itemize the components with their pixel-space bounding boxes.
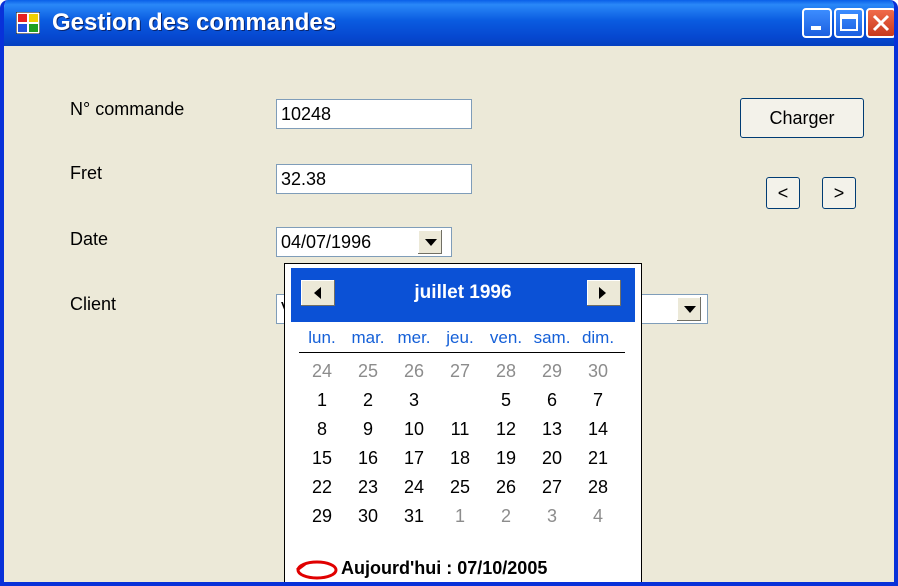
chevron-down-icon xyxy=(684,306,696,313)
calendar-day[interactable]: 15 xyxy=(299,445,345,471)
today-text: Aujourd'hui : 07/10/2005 xyxy=(341,558,548,578)
calendar-day[interactable]: 12 xyxy=(483,416,529,442)
today-link[interactable]: Aujourd'hui : 07/10/2005 xyxy=(295,556,639,582)
calendar-day[interactable]: 3 xyxy=(391,387,437,413)
calendar-dropdown[interactable]: juillet 1996 lun. mar. mer. jeu. ven. sam. dim… xyxy=(284,263,642,582)
close-button[interactable] xyxy=(866,8,894,38)
calendar-day[interactable]: 10 xyxy=(391,416,437,442)
load-button[interactable]: Charger xyxy=(740,98,864,138)
maximize-icon xyxy=(840,14,858,31)
weekday-header: lun. mar. mer. jeu. ven. sam. dim. xyxy=(291,328,635,354)
calendar-day[interactable]: 23 xyxy=(345,474,391,500)
calendar-day[interactable]: 18 xyxy=(437,445,483,471)
calendar-day[interactable]: 9 xyxy=(345,416,391,442)
calendar-day[interactable]: 14 xyxy=(575,416,621,442)
order-number-label: N° commande xyxy=(70,99,185,119)
title-bar[interactable]: Gestion des commandes xyxy=(4,0,894,46)
calendar-day[interactable]: 7 xyxy=(575,387,621,413)
date-label: Date xyxy=(70,229,109,249)
calendar-day[interactable]: 30 xyxy=(345,503,391,529)
calendar-day[interactable]: 2 xyxy=(345,387,391,413)
calendar-day[interactable]: 8 xyxy=(299,416,345,442)
weekday-label: lun. xyxy=(308,328,336,347)
calendar-day[interactable]: 25 xyxy=(437,474,483,500)
freight-input[interactable] xyxy=(276,164,472,194)
calendar-day[interactable]: 28 xyxy=(483,358,529,384)
close-icon xyxy=(872,14,890,32)
app-icon xyxy=(16,12,40,34)
calendar-day[interactable]: 24 xyxy=(299,358,345,384)
calendar-day[interactable]: 5 xyxy=(483,387,529,413)
date-value: 04/07/1996 xyxy=(281,232,372,252)
next-month-button[interactable] xyxy=(587,280,621,306)
calendar-day[interactable]: 21 xyxy=(575,445,621,471)
weekday-divider xyxy=(299,352,625,353)
calendar-header: juillet 1996 xyxy=(291,268,635,322)
weekday-label: dim. xyxy=(581,328,615,347)
client-dropdown-button[interactable] xyxy=(676,296,702,322)
weekday-label: mar. xyxy=(351,328,385,347)
calendar-day[interactable]: 11 xyxy=(437,416,483,442)
maximize-button[interactable] xyxy=(834,8,864,38)
weekday-label: mer. xyxy=(397,328,431,347)
calendar-day[interactable]: 29 xyxy=(529,358,575,384)
calendar-day[interactable]: 30 xyxy=(575,358,621,384)
calendar-day-selected[interactable]: 4 xyxy=(437,387,483,413)
calendar-day[interactable]: 6 xyxy=(529,387,575,413)
calendar-day[interactable]: 29 xyxy=(299,503,345,529)
calendar-day[interactable]: 24 xyxy=(391,474,437,500)
date-dropdown-button[interactable] xyxy=(417,229,443,255)
calendar-day[interactable]: 26 xyxy=(391,358,437,384)
client-area: N° commande Fret Date 04/07/1996 Client … xyxy=(4,46,894,582)
calendar-day[interactable]: 28 xyxy=(575,474,621,500)
calendar-day[interactable]: 16 xyxy=(345,445,391,471)
calendar-day[interactable]: 1 xyxy=(299,387,345,413)
calendar-day[interactable]: 20 xyxy=(529,445,575,471)
app-window: Gestion des commandes N° commande Fret D… xyxy=(0,0,898,586)
weekday-label: sam. xyxy=(533,328,571,347)
calendar-day[interactable]: 17 xyxy=(391,445,437,471)
chevron-right-icon xyxy=(599,287,606,299)
weekday-label: ven. xyxy=(489,328,523,347)
calendar-day[interactable]: 22 xyxy=(299,474,345,500)
calendar-day[interactable]: 26 xyxy=(483,474,529,500)
calendar-day[interactable]: 1 xyxy=(437,503,483,529)
previous-button[interactable]: < xyxy=(766,177,800,209)
weekday-label: jeu. xyxy=(446,328,474,347)
calendar-day[interactable]: 25 xyxy=(345,358,391,384)
calendar-day[interactable]: 27 xyxy=(437,358,483,384)
chevron-down-icon xyxy=(425,239,437,246)
calendar-day[interactable]: 27 xyxy=(529,474,575,500)
freight-label: Fret xyxy=(70,163,103,183)
today-circle-icon xyxy=(296,560,338,580)
order-number-input[interactable] xyxy=(276,99,472,129)
calendar-day[interactable]: 31 xyxy=(391,503,437,529)
minimize-button[interactable] xyxy=(802,8,832,38)
calendar-day[interactable]: 3 xyxy=(529,503,575,529)
calendar-day[interactable]: 4 xyxy=(575,503,621,529)
client-label: Client xyxy=(70,294,117,314)
calendar-month-title: juillet 1996 xyxy=(414,282,512,303)
minimize-icon xyxy=(811,26,821,30)
calendar-day[interactable]: 13 xyxy=(529,416,575,442)
calendar-day[interactable]: 2 xyxy=(483,503,529,529)
window-title: Gestion des commandes xyxy=(52,9,337,36)
next-button[interactable]: > xyxy=(822,177,856,209)
calendar-day[interactable]: 19 xyxy=(483,445,529,471)
